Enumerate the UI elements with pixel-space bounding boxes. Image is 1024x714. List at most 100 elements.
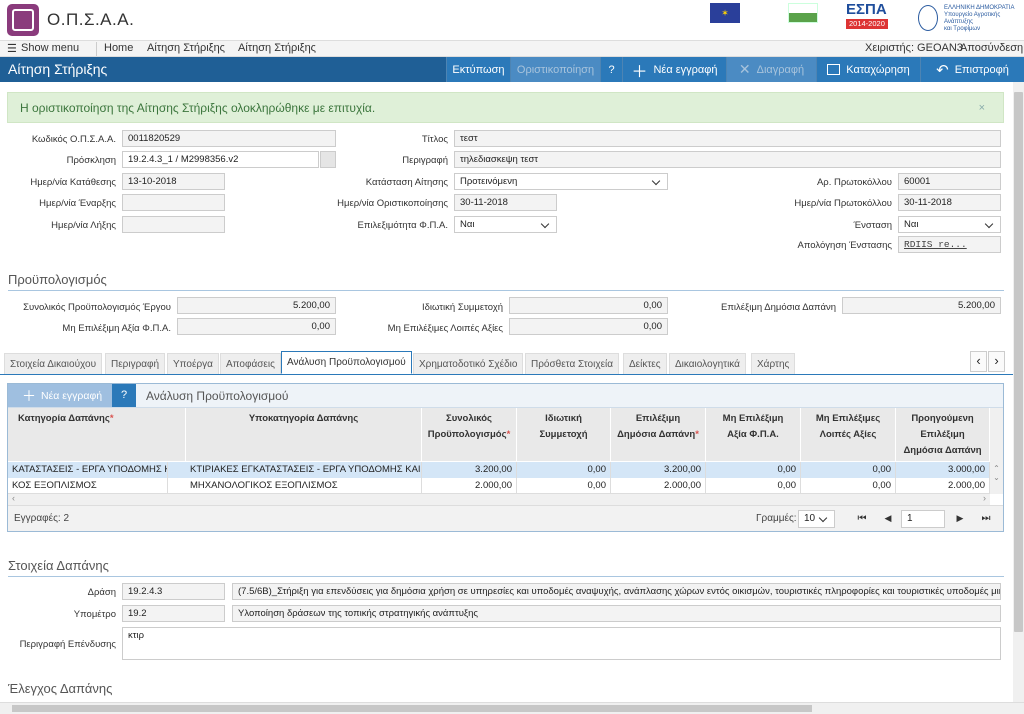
user-label: Χειριστής: GEOAN3 [865, 42, 963, 54]
grid-help-button[interactable]: ? [112, 384, 136, 407]
scrollbar-thumb[interactable] [12, 705, 812, 712]
tab-indicators[interactable]: Δείκτες [623, 353, 667, 374]
final-date-label: Ημερ/νία Οριστικοποίησης [337, 198, 448, 209]
cell-public: 3.200,00 [611, 462, 706, 478]
show-menu-link[interactable]: Show menu [21, 42, 79, 54]
start-date-field[interactable] [122, 194, 225, 211]
submeasure-desc-field[interactable]: Υλοποίηση δράσεων της τοπικής στρατηγική… [232, 605, 1001, 622]
action-desc-field[interactable]: (7.5/6Β)_Στήριξη για επενδύσεις για δημό… [232, 583, 1001, 600]
title-field[interactable]: τεστ [454, 130, 1001, 147]
col-previous[interactable]: Προηγούμενη Επιλέξιμη Δημόσια Δαπάνη [896, 408, 990, 461]
tabs-prev-icon[interactable]: ‹ [970, 351, 987, 372]
tab-description[interactable]: Περιγραφή [105, 353, 166, 374]
tab-beneficiary[interactable]: Στοιχεία Δικαιούχου [4, 353, 103, 374]
save-button[interactable]: Καταχώρηση [816, 57, 920, 82]
scrollbar-thumb[interactable] [1014, 92, 1023, 632]
call-field[interactable]: 19.2.4.3_1 / M2998356.v2 [122, 151, 319, 168]
col-category[interactable]: Κατηγορία Δαπάνης* [8, 408, 186, 461]
cell-category: ΚΟΣ ΕΞΟΠΛΙΣΜΟΣ [8, 478, 168, 494]
last-page-icon[interactable]: ⏭ [974, 510, 998, 528]
cell-noneligvat: 0,00 [706, 462, 801, 478]
tab-documents[interactable]: Δικαιολογητικά [669, 353, 746, 374]
check-section-title: Έλεγχος Δαπάνης [8, 681, 113, 696]
close-icon: ✕ [738, 61, 751, 77]
vat-select[interactable]: Ναι [454, 216, 557, 233]
total-budget-field[interactable]: 5.200,00 [177, 297, 336, 314]
grid-vertical-scrollbar[interactable]: ⌃ ⌄ [990, 408, 1003, 494]
tab-decisions[interactable]: Αποφάσεις [220, 353, 281, 374]
tabs-underline [0, 374, 1024, 375]
logout-link[interactable]: Αποσύνδεση [960, 42, 1023, 54]
tab-map[interactable]: Χάρτης [751, 353, 796, 374]
action-code-field[interactable]: 19.2.4.3 [122, 583, 225, 600]
objection-reason-label: Απολόγηση Ένστασης [797, 240, 892, 251]
print-button[interactable]: Εκτύπωση [446, 57, 510, 82]
desc-field[interactable]: τηλεδιασκεψη τεστ [454, 151, 1001, 168]
col-private[interactable]: Ιδιωτική Συμμετοχή [517, 408, 611, 461]
investment-desc-textarea[interactable]: κτιρ [122, 627, 1001, 660]
page-vertical-scrollbar[interactable] [1013, 82, 1024, 702]
tabs-next-icon[interactable]: › [988, 351, 1005, 372]
private-label: Ιδιωτική Συμμετοχή [421, 302, 503, 313]
end-date-field[interactable] [122, 216, 225, 233]
cell-noneligother: 0,00 [801, 462, 896, 478]
grid-footer: Εγγραφές: 2 Γραμμές: 10 ⏮ ◀ 1 ▶ ⏭ [8, 505, 1003, 531]
protocol-date-field[interactable]: 30-11-2018 [898, 194, 1001, 211]
col-total[interactable]: Συνολικός Προϋπολογισμός* [422, 408, 517, 461]
objection-reason-field[interactable]: RDIIS re... [898, 236, 1001, 253]
records-count: Εγγραφές: 2 [14, 513, 70, 524]
app-logo[interactable] [7, 4, 39, 36]
objection-label: Ένσταση [853, 220, 892, 231]
tab-budget-analysis[interactable]: Ανάλυση Προϋπολογισμού [281, 351, 412, 374]
action-label: Δράση [87, 587, 116, 598]
col-public[interactable]: Επιλέξιμη Δημόσια Δαπάνη* [611, 408, 706, 461]
back-button[interactable]: ↶ Επιστροφή [920, 57, 1024, 82]
code-label: Κωδικός Ο.Π.Σ.Α.Α. [31, 134, 116, 145]
breadcrumb-2[interactable]: Αίτηση Στήριξης [238, 42, 316, 54]
prev-page-icon[interactable]: ◀ [876, 510, 900, 528]
col-noneligother[interactable]: Μη Επιλέξιμες Λοιπές Αξίες [801, 408, 896, 461]
public-field[interactable]: 5.200,00 [842, 297, 1001, 314]
page-input[interactable]: 1 [901, 510, 945, 528]
call-label: Πρόσκληση [66, 155, 116, 166]
tab-additional[interactable]: Πρόσθετα Στοιχεία [525, 353, 620, 374]
non-eligible-vat-field[interactable]: 0,00 [177, 318, 336, 335]
tab-subprojects[interactable]: Υποέργα [167, 353, 219, 374]
cell-noneligother: 0,00 [801, 478, 896, 494]
plus-icon: ＋ [631, 63, 648, 81]
total-budget-label: Συνολικός Προϋπολογισμός Έργου [23, 302, 171, 313]
submeasure-label: Υπομέτρο [73, 609, 116, 620]
submit-date-field[interactable]: 13-10-2018 [122, 173, 225, 190]
help-button[interactable]: ? [600, 57, 622, 82]
protocol-no-field[interactable]: 60001 [898, 173, 1001, 190]
start-date-label: Ημερ/νία Έναρξης [39, 198, 116, 209]
breadcrumb-1[interactable]: Αίτηση Στήριξης [147, 42, 225, 54]
budget-grid: ＋ Νέα εγγραφή ? Ανάλυση Προϋπολογισμού Κ… [7, 383, 1004, 532]
home-link[interactable]: Home [104, 42, 133, 54]
col-subcategory[interactable]: Υποκατηγορία Δαπάνης [186, 408, 422, 461]
first-page-icon[interactable]: ⏮ [850, 510, 874, 528]
grid-new-button[interactable]: ＋ Νέα εγγραφή [8, 384, 112, 407]
cell-noneligvat: 0,00 [706, 478, 801, 494]
new-record-button[interactable]: ＋ Νέα εγγραφή [622, 57, 726, 82]
app-header: Ο.Π.Σ.Α.Α. ✶ ΕΣΠΑ 2014-2020 ΕΛΛΗΝΙΚΗ ΔΗΜ… [0, 0, 1024, 41]
app-title: Ο.Π.Σ.Α.Α. [47, 10, 135, 29]
alert-close-icon[interactable]: × [979, 102, 985, 114]
objection-select[interactable]: Ναι [898, 216, 1001, 233]
private-field[interactable]: 0,00 [509, 297, 668, 314]
status-select[interactable]: Προτεινόμενη [454, 173, 668, 190]
delete-button[interactable]: ✕ Διαγραφή [726, 57, 816, 82]
next-page-icon[interactable]: ▶ [948, 510, 972, 528]
rows-per-page-select[interactable]: 10 [798, 510, 835, 528]
non-eligible-other-field[interactable]: 0,00 [509, 318, 668, 335]
expense-section-title: Στοιχεία Δαπάνης [8, 558, 109, 573]
menu-icon[interactable]: ☰ [7, 42, 17, 55]
grid-horizontal-scrollbar[interactable]: ‹ › [8, 493, 990, 505]
save-icon [827, 64, 841, 75]
col-noneligvat[interactable]: Μη Επιλέξιμη Αξία Φ.Π.Α. [706, 408, 801, 461]
page-horizontal-scrollbar[interactable] [0, 702, 1024, 714]
submeasure-code-field[interactable]: 19.2 [122, 605, 225, 622]
finalize-button[interactable]: Οριστικοποίηση [510, 57, 600, 82]
final-date-field[interactable]: 30-11-2018 [454, 194, 557, 211]
tab-financing-plan[interactable]: Χρηματοδοτικό Σχέδιο [413, 353, 524, 374]
